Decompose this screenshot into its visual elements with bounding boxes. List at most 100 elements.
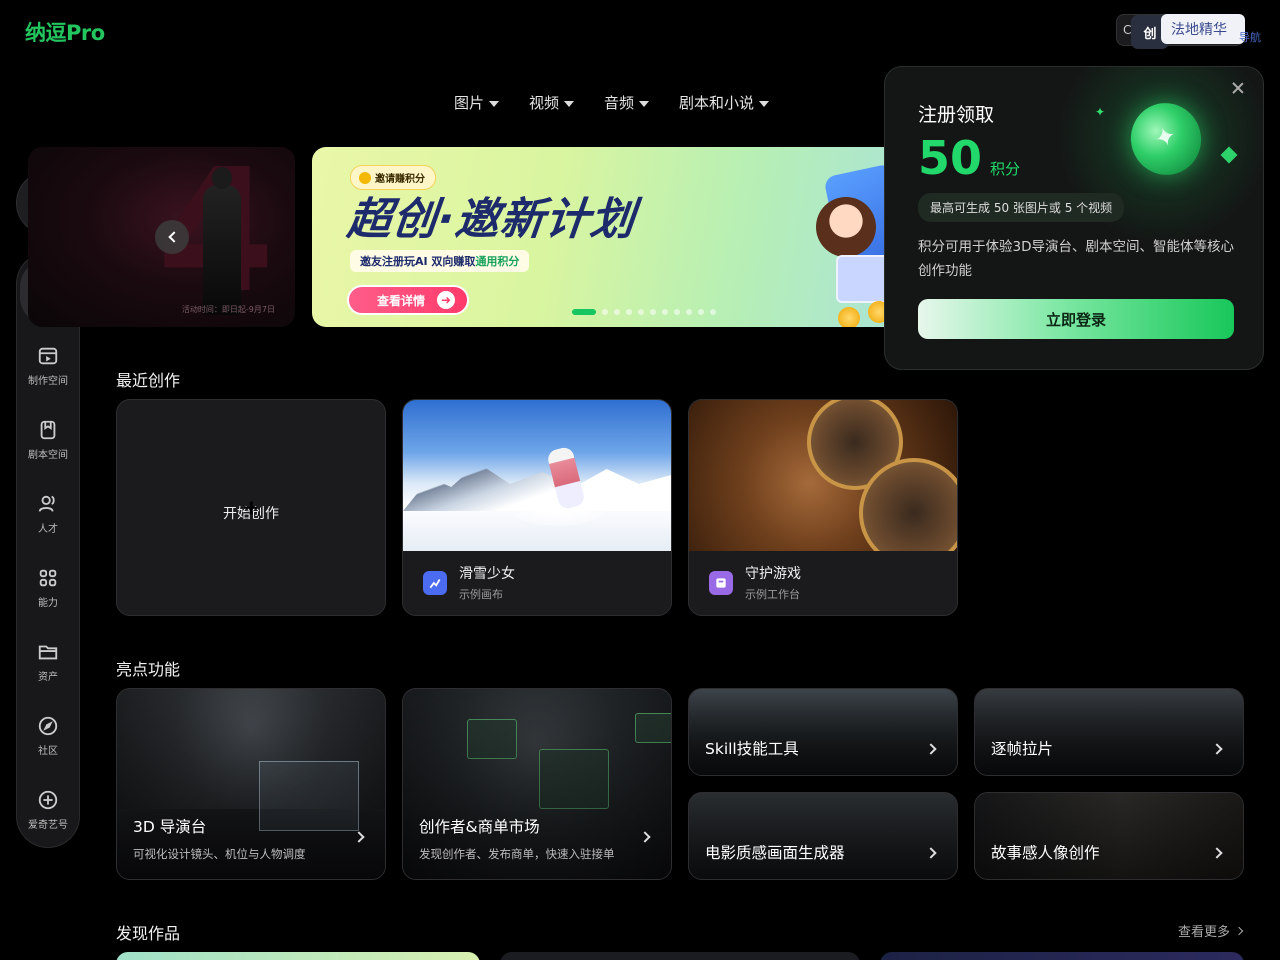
sidebar-item-iqiyi[interactable]: 爱奇艺号: [20, 777, 76, 843]
sidebar-item-scripts[interactable]: 剧本空间: [20, 407, 76, 473]
banner-slide-main[interactable]: 邀请赚积分 超创·邀新计划 邀友注册玩AI 双向赚取通用积分 查看详情 ➜: [312, 147, 912, 327]
carousel-dot[interactable]: [572, 309, 596, 315]
carousel-dots: [572, 309, 716, 315]
corner-pill-sub: 导航: [1239, 31, 1261, 44]
canvas-icon: [423, 570, 447, 595]
sidebar-item-label: 人才: [38, 524, 58, 535]
carousel-dot[interactable]: [650, 309, 656, 315]
sidebar-item-label: 社区: [38, 746, 58, 757]
discover-item[interactable]: [880, 952, 1244, 960]
script-icon: [40, 420, 56, 440]
feature-card-cinematic-generator[interactable]: 电影质感画面生成器: [688, 792, 958, 880]
carousel-dot[interactable]: [710, 309, 716, 315]
discover-item[interactable]: [116, 952, 480, 960]
work-thumbnail: [689, 400, 957, 551]
card-shade: [975, 689, 1243, 775]
carousel-dot[interactable]: [698, 309, 704, 315]
carousel-dot[interactable]: [626, 309, 632, 315]
sidebar-item-community[interactable]: 社区: [20, 703, 76, 769]
work-card[interactable]: 守护游戏 示例工作台: [688, 399, 958, 616]
nav-video[interactable]: 视频: [529, 92, 575, 113]
carousel-dot[interactable]: [638, 309, 644, 315]
banner-cta-label: 查看详情: [377, 293, 426, 308]
star-icon: ✦: [1150, 120, 1181, 156]
sidebar: 首页 制作空间 剧本空间 人才 能力 资产 社区 爱奇艺号: [16, 252, 80, 848]
sidebar-item-assets[interactable]: 资产: [20, 629, 76, 695]
recent-section-title: 最近创作: [116, 371, 181, 390]
feature-title: 创作者&商单市场: [419, 818, 540, 836]
sidebar-item-label: 剧本空间: [28, 450, 68, 461]
card-shade: [689, 689, 957, 775]
banner-sub-highlight: 通用积分: [475, 255, 520, 268]
work-card[interactable]: 滑雪少女 示例画布: [402, 399, 672, 616]
feature-card-market[interactable]: 创作者&商单市场 发现创作者、发布商单，快速入驻接单: [402, 688, 672, 880]
chevron-left-icon: [167, 231, 180, 243]
work-thumbnail: [403, 400, 671, 551]
points-limit-badge: 最高可生成 50 张图片或 5 个视频: [918, 193, 1125, 222]
banner-date: 活动时间：即日起-9月7日: [181, 305, 275, 314]
people-icon: [38, 495, 55, 512]
nav-images[interactable]: 图片: [454, 92, 500, 113]
features-section-title: 亮点功能: [116, 660, 181, 679]
plus-circle-icon: [38, 790, 58, 810]
nav-video-label: 视频: [529, 94, 560, 112]
sidebar-item-label: 资产: [38, 672, 58, 683]
feature-description: 发现创作者、发布商单，快速入驻接单: [419, 847, 615, 861]
see-more-link[interactable]: 查看更多: [1178, 921, 1244, 940]
carousel-dot[interactable]: [662, 309, 668, 315]
feature-title: 电影质感画面生成器: [705, 844, 845, 862]
points-unit: 积分: [990, 160, 1021, 178]
top-nav: 图片 视频 音频 剧本和小说: [454, 92, 770, 113]
character-illustration: [816, 197, 876, 257]
app-logo[interactable]: 纳逗Pro: [25, 17, 105, 47]
discover-item[interactable]: [500, 952, 860, 960]
studio-icon: [38, 347, 58, 365]
sidebar-item-abilities[interactable]: 能力: [20, 555, 76, 621]
caret-down-icon: [489, 100, 500, 107]
nav-audio[interactable]: 音频: [604, 92, 650, 113]
carousel-dot[interactable]: [602, 309, 608, 315]
work-type: 示例画布: [459, 588, 503, 601]
work-name: 守护游戏: [745, 566, 801, 582]
carousel-dot[interactable]: [674, 309, 680, 315]
carousel-dot[interactable]: [614, 309, 620, 315]
sidebar-item-studio[interactable]: 制作空间: [20, 333, 76, 399]
banner-details-button[interactable]: 查看详情 ➜: [347, 285, 469, 315]
sidebar-item-label: 能力: [38, 598, 58, 609]
nav-images-label: 图片: [454, 94, 485, 112]
folder-icon: [38, 645, 58, 660]
sidebar-item-people[interactable]: 人才: [20, 481, 76, 547]
feature-card-story-portrait[interactable]: 故事感人像创作: [974, 792, 1244, 880]
carousel-prev-button[interactable]: [155, 220, 189, 254]
top-right-widget[interactable]: C 创 法地精华 导航: [1116, 14, 1261, 49]
login-button[interactable]: 立即登录: [918, 299, 1234, 339]
popup-description: 积分可用于体验3D导演台、剧本空间、智能体等核心创作功能: [918, 239, 1234, 279]
banner-subline: 邀友注册玩AI 双向赚取通用积分: [350, 250, 530, 272]
carousel-dot[interactable]: [686, 309, 692, 315]
card-shade: [689, 793, 957, 879]
nav-scripts[interactable]: 剧本和小说: [679, 92, 770, 113]
nav-audio-label: 音频: [604, 94, 635, 112]
sidebar-item-label: 爱奇艺号: [28, 820, 68, 831]
feature-description: 可视化设计镜头、机位与人物调度: [133, 847, 306, 861]
close-icon[interactable]: [1229, 79, 1247, 97]
workbench-icon: [709, 570, 733, 595]
arrow-right-icon: ➜: [437, 291, 456, 309]
corner-pill[interactable]: 法地精华: [1161, 14, 1245, 44]
popup-points: 50 积分: [918, 135, 1020, 181]
start-creating-card[interactable]: 开始创作: [116, 399, 386, 616]
coin-illustration: [838, 307, 860, 327]
feature-card-3d-director[interactable]: 3D 导演台 可视化设计镜头、机位与人物调度: [116, 688, 386, 880]
compass-icon: [38, 716, 58, 736]
sparkle-icon: ✦: [1094, 105, 1105, 119]
banner-figure: [203, 167, 241, 315]
chevron-right-icon: [1234, 926, 1244, 935]
feature-title: 逐帧拉片: [991, 740, 1054, 758]
banner-sub-prefix: 邀友注册玩AI 双向赚取: [360, 255, 476, 268]
feature-title: 故事感人像创作: [991, 844, 1100, 862]
feature-card-skill-tools[interactable]: Skill技能工具: [688, 688, 958, 776]
feature-card-frame-breakdown[interactable]: 逐帧拉片: [974, 688, 1244, 776]
signup-bonus-popup: ✦ ✦ 注册领取 50 积分 最高可生成 50 张图片或 5 个视频 积分可用于…: [884, 66, 1264, 370]
feature-title: Skill技能工具: [705, 740, 799, 758]
points-value: 50: [918, 131, 983, 185]
